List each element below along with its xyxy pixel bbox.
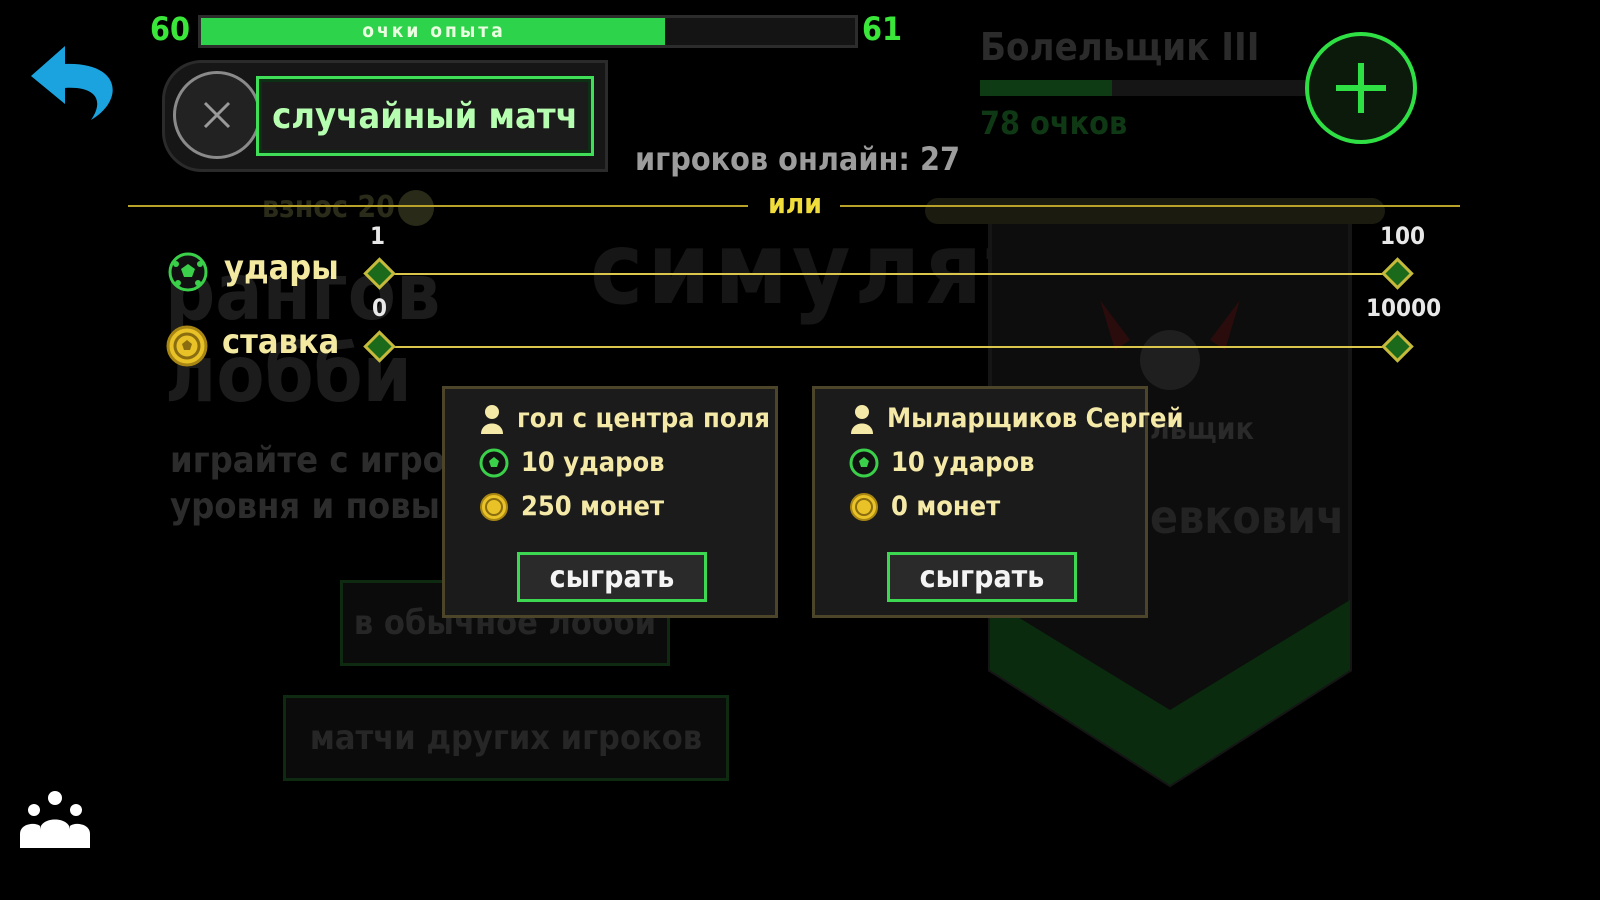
xp-bar: очки опыта [198,15,858,48]
divider-text: или [768,187,822,220]
match-card: Мыларщиков Сергей 10 ударов 0 монет сыгр… [812,386,1184,618]
other-matches-button[interactable]: матчи других игроков [283,695,729,781]
match-coins-row: 0 монет [849,491,1000,522]
kicks-max: 100 [1380,222,1426,250]
ball-icon [479,448,509,477]
rank-progress-fill [980,80,1112,96]
bg-slider-track [925,198,1385,224]
play-button[interactable]: сыграть [517,552,707,602]
match-coins-row: 250 монет [479,491,664,522]
player-icon [851,404,873,434]
bet-max-handle[interactable] [1381,330,1414,363]
friends-icon[interactable] [20,790,90,850]
back-arrow-icon[interactable] [25,38,120,123]
match-kicks-row: 10 ударов [479,447,665,478]
coin-icon [480,492,508,521]
divider-left [128,205,748,207]
match-player-row: Мыларщиков Сергей [849,403,1184,434]
coin-icon [166,325,208,367]
match-kicks: 10 ударов [891,447,1035,478]
close-button[interactable] [173,71,261,159]
match-coins: 0 монет [891,491,1001,522]
next-level: 61 [862,10,903,48]
player-icon [481,404,503,434]
kicks-slider-track[interactable] [380,273,1398,275]
kicks-min: 1 [370,222,386,250]
rank-progress-track [980,80,1310,96]
fee-coin-icon [398,190,434,226]
current-level: 60 [150,10,191,48]
random-match-button[interactable]: случайный матч [256,76,594,156]
rank-points: 78 очков [980,104,1128,142]
coin-icon [850,492,878,521]
bet-slider-track[interactable] [380,346,1398,348]
entry-fee: взнос 20 [262,190,395,225]
badge-name: евкович [1150,490,1345,544]
add-button[interactable] [1305,32,1417,144]
play-button[interactable]: сыграть [887,552,1077,602]
players-online: игроков онлайн: 27 [634,140,960,178]
ball-icon [849,448,879,477]
bet-label: ставка [222,322,340,362]
bg-desc-line1: играйте с игрока [170,440,489,481]
match-kicks-row: 10 ударов [849,447,1035,478]
kicks-max-handle[interactable] [1381,257,1414,290]
match-kicks: 10 ударов [521,447,665,478]
ball-icon [168,252,208,292]
match-player-row: гол с центра поля [479,403,770,434]
bet-max: 10000 [1366,294,1442,322]
match-card: гол с центра поля 10 ударов 250 монет сы… [442,386,778,618]
close-icon [203,101,231,129]
kicks-label: удары [224,248,339,288]
match-coins: 250 монет [521,491,665,522]
bet-min: 0 [372,294,388,322]
xp-label: очки опыта [362,20,506,42]
match-player-name: гол с центра поля [517,403,770,434]
divider-right [840,205,1460,207]
match-player-name: Мыларщиков Сергей [887,403,1184,434]
add-icon [1336,63,1386,113]
rank-title: Болельщик III [980,25,1260,69]
